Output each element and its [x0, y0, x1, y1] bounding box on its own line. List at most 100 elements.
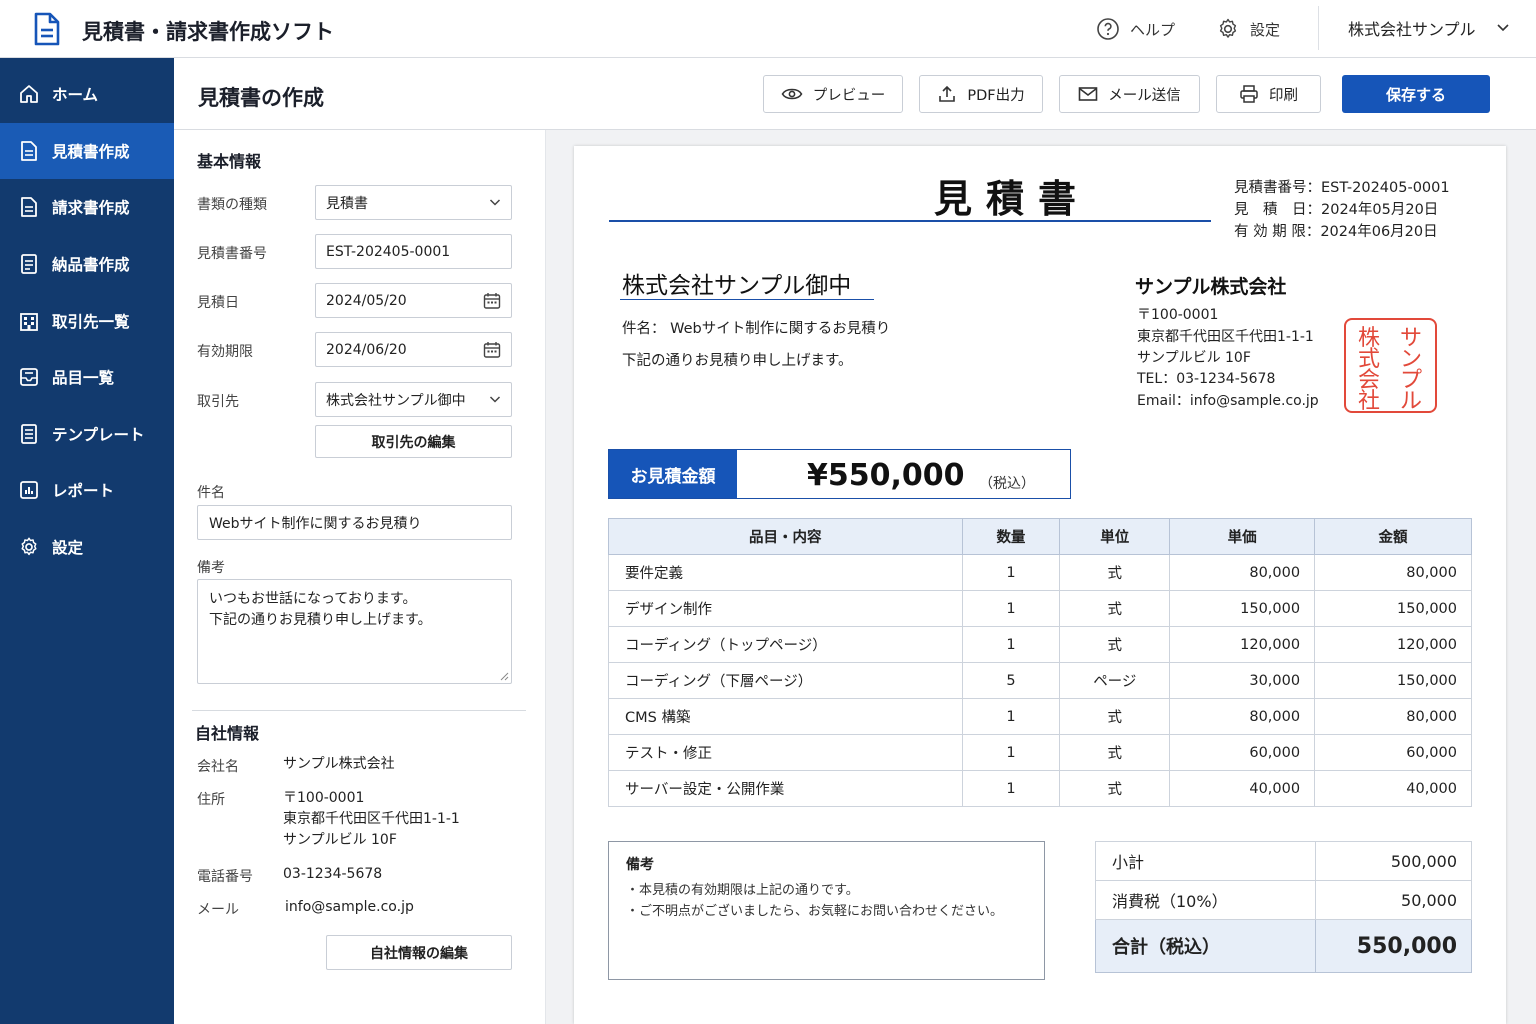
sidebar-item-label: 設定	[52, 539, 84, 557]
send-mail-button[interactable]: メール送信	[1059, 75, 1200, 113]
printer-icon	[1240, 85, 1258, 103]
sidebar-item-reports[interactable]: レポート	[0, 462, 174, 518]
item-unit: 式	[1059, 626, 1171, 663]
sidebar-item-delivery[interactable]: 納品書作成	[0, 236, 174, 292]
calendar-icon[interactable]	[483, 341, 501, 359]
sidebar-item-label: 見積書作成	[52, 143, 130, 161]
item-amount: 120,000	[1314, 626, 1472, 663]
item-name: コーディング（トップページ）	[608, 626, 963, 663]
expiry-date-input[interactable]: 2024/06/20	[315, 332, 512, 367]
chart-icon	[20, 481, 38, 499]
sidebar-item-label: テンプレート	[52, 426, 145, 444]
column-header: 金額	[1314, 518, 1472, 555]
document-subject: 件名： Webサイト制作に関するお見積り	[622, 321, 891, 337]
item-unit: ページ	[1059, 662, 1171, 699]
top-bar: 見積書・請求書作成ソフト ヘルプ 設定 株式会社サンプル	[0, 0, 1536, 58]
tax-row: 消費税（10%） 50,000	[1095, 880, 1472, 920]
grand-total-row: 合計（税込） 550,000	[1095, 919, 1472, 973]
pdf-export-button[interactable]: PDF出力	[919, 75, 1043, 113]
issuer-email: Email：info@sample.co.jp	[1137, 393, 1319, 409]
item-price: 80,000	[1169, 554, 1316, 591]
item-name: 要件定義	[608, 554, 963, 591]
eye-icon	[781, 88, 803, 100]
table-row: デザイン制作 1 式 150,000 150,000	[608, 590, 1472, 627]
item-price: 80,000	[1169, 698, 1316, 735]
page-title: 見積書の作成	[198, 86, 324, 110]
chevron-down-icon	[1496, 24, 1509, 32]
settings-label: 設定	[1250, 20, 1281, 39]
help-link[interactable]: ヘルプ	[1096, 16, 1175, 42]
doc-type-label: 書類の種類	[197, 197, 267, 213]
item-qty: 1	[961, 698, 1061, 735]
home-icon	[20, 85, 38, 103]
table-row: テスト・修正 1 式 60,000 60,000	[608, 734, 1472, 771]
estimate-number-input[interactable]: EST-202405-0001	[315, 234, 512, 269]
item-price: 60,000	[1169, 734, 1316, 771]
document-icon	[21, 141, 37, 161]
item-qty: 1	[961, 590, 1061, 627]
item-name: CMS 構築	[608, 698, 963, 735]
item-amount: 40,000	[1314, 770, 1472, 807]
gear-icon	[1219, 18, 1237, 38]
item-price: 150,000	[1169, 590, 1316, 627]
company-name-value: サンプル株式会社	[283, 756, 395, 772]
company-selector[interactable]: 株式会社サンプル	[1348, 16, 1510, 40]
calendar-icon[interactable]	[483, 292, 501, 310]
email-value: info@sample.co.jp	[285, 899, 414, 915]
sidebar-item-settings[interactable]: 設定	[0, 519, 174, 575]
sidebar-item-clients[interactable]: 取引先一覧	[0, 293, 174, 349]
remarks-line: 下記の通りお見積り申し上げます。	[209, 612, 432, 628]
edit-client-button[interactable]: 取引先の編集	[315, 425, 512, 458]
subject-input[interactable]: Webサイト制作に関するお見積り	[197, 505, 512, 540]
gear-icon	[21, 537, 37, 556]
doc-type-value: 見積書	[326, 195, 368, 212]
subtotal-row: 小計 500,000	[1095, 841, 1472, 881]
table-header-row: 品目・内容 数量 単位 単価 金額	[608, 518, 1472, 555]
sidebar-item-templates[interactable]: テンプレート	[0, 406, 174, 462]
item-unit: 式	[1059, 734, 1171, 771]
edit-company-button[interactable]: 自社情報の編集	[326, 935, 512, 970]
title-underline	[609, 220, 1211, 222]
doc-type-select[interactable]: 見積書	[315, 185, 512, 220]
phone-value: 03-1234-5678	[283, 866, 383, 882]
resize-handle-icon[interactable]	[499, 671, 509, 681]
sidebar-item-estimate[interactable]: 見積書作成	[0, 123, 174, 179]
email-label: メール	[197, 902, 239, 918]
sidebar-item-label: 品目一覧	[52, 369, 115, 387]
company-seal: サ 株 ン 式 プ 会 ル 社	[1344, 318, 1437, 414]
print-button[interactable]: 印刷	[1216, 75, 1321, 113]
document-notes: 備考 ・本見積の有効期限は上記の通りです。 ・ご不明点がございましたら、お気軽に…	[608, 841, 1045, 980]
save-button[interactable]: 保存する	[1342, 75, 1490, 113]
table-row: CMS 構築 1 式 80,000 80,000	[608, 698, 1472, 735]
estimate-date-input[interactable]: 2024/05/20	[315, 283, 512, 318]
sidebar-item-products[interactable]: 品目一覧	[0, 349, 174, 405]
column-header: 単位	[1059, 518, 1171, 555]
upload-icon	[939, 85, 956, 102]
address-line: 〒100-0001	[283, 790, 365, 806]
phone-label: 電話番号	[197, 869, 253, 885]
meta-expiry-date: 有 効 期 限：2024年06月20日	[1234, 224, 1438, 240]
preview-button[interactable]: プレビュー	[763, 75, 903, 113]
grand-total-label: 合計（税込）	[1095, 919, 1316, 973]
print-label: 印刷	[1269, 87, 1298, 104]
chevron-down-icon	[489, 199, 501, 206]
seal-char: ル	[1399, 389, 1422, 414]
settings-link[interactable]: 設定	[1216, 16, 1280, 42]
address-line: 東京都千代田区千代田1-1-1	[283, 811, 460, 827]
address-line: サンプルビル 10F	[283, 832, 397, 848]
seal-char: 社	[1357, 389, 1380, 414]
sidebar-item-home[interactable]: ホーム	[0, 66, 174, 122]
item-unit: 式	[1059, 770, 1171, 807]
column-header: 数量	[961, 518, 1061, 555]
section-divider	[192, 710, 526, 711]
help-label: ヘルプ	[1130, 20, 1176, 39]
sidebar-item-invoice[interactable]: 請求書作成	[0, 179, 174, 235]
remarks-textarea[interactable]: いつもお世話になっております。 下記の通りお見積り申し上げます。	[197, 579, 512, 684]
issuer-tel: TEL：03-1234-5678	[1137, 371, 1276, 387]
template-icon	[21, 424, 37, 444]
subtotal-label: 小計	[1095, 841, 1316, 881]
tax-label: 消費税（10%）	[1095, 880, 1316, 920]
subject-label: 件名	[197, 485, 225, 501]
table-row: コーディング（トップページ） 1 式 120,000 120,000	[608, 626, 1472, 663]
client-select[interactable]: 株式会社サンプル御中	[315, 382, 512, 417]
